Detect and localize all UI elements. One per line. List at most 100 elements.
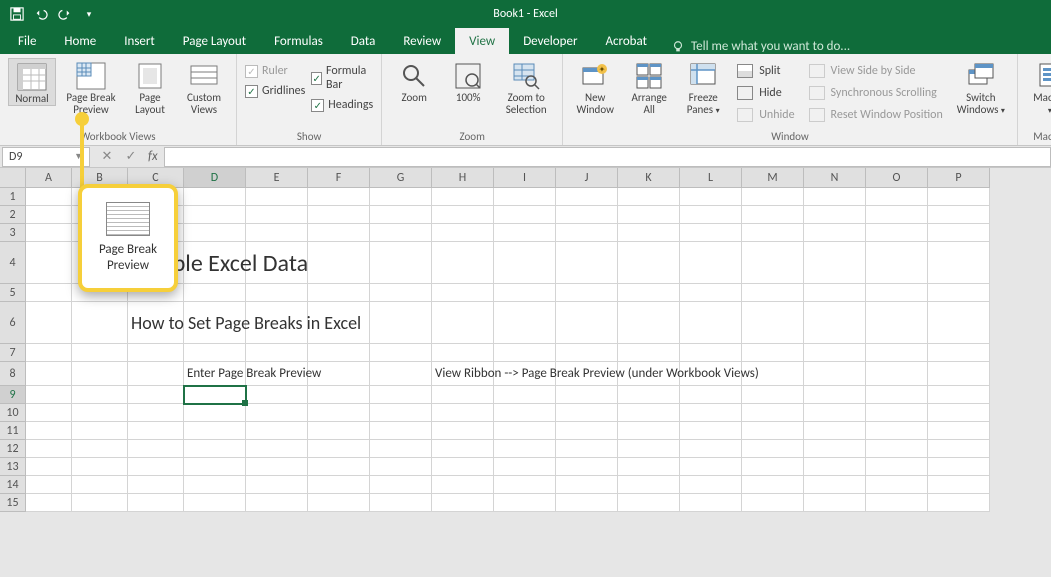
formula-bar-checkbox[interactable]: ✓Formula Bar xyxy=(311,64,373,92)
cell-H11[interactable] xyxy=(432,422,494,440)
cell-J12[interactable] xyxy=(556,440,618,458)
fx-icon[interactable]: fx xyxy=(148,149,158,164)
row-header-12[interactable]: 12 xyxy=(0,440,26,458)
tab-data[interactable]: Data xyxy=(337,28,390,54)
cell-K3[interactable] xyxy=(618,224,680,242)
cell-E7[interactable] xyxy=(246,344,308,362)
cell-C14[interactable] xyxy=(128,476,184,494)
cell-G13[interactable] xyxy=(370,458,432,476)
row-header-1[interactable]: 1 xyxy=(0,188,26,206)
freeze-panes-button[interactable]: Freeze Panes ▾ xyxy=(679,58,727,116)
cell-A11[interactable] xyxy=(26,422,72,440)
cell-A8[interactable] xyxy=(26,362,72,386)
cell-N2[interactable] xyxy=(804,206,866,224)
new-window-button[interactable]: ✦ New Window xyxy=(571,58,619,116)
tab-acrobat[interactable]: Acrobat xyxy=(591,28,661,54)
cell-F4[interactable] xyxy=(308,242,370,284)
cell-A13[interactable] xyxy=(26,458,72,476)
ruler-checkbox[interactable]: ✓Ruler xyxy=(245,64,305,78)
cell-E4[interactable] xyxy=(246,242,308,284)
name-box[interactable]: D9▼ xyxy=(2,147,90,167)
cell-F8[interactable] xyxy=(308,362,370,386)
cell-A12[interactable] xyxy=(26,440,72,458)
cell-E14[interactable] xyxy=(246,476,308,494)
cell-L15[interactable] xyxy=(680,494,742,512)
zoom-to-selection-button[interactable]: Zoom to Selection xyxy=(498,58,554,116)
select-all-corner[interactable] xyxy=(0,168,26,188)
cell-E11[interactable] xyxy=(246,422,308,440)
custom-views-button[interactable]: Custom Views xyxy=(180,58,228,116)
cell-H6[interactable] xyxy=(432,302,494,344)
cell-D11[interactable] xyxy=(184,422,246,440)
tab-developer[interactable]: Developer xyxy=(509,28,591,54)
cell-G8[interactable] xyxy=(370,362,432,386)
cell-M7[interactable] xyxy=(742,344,804,362)
cell-O2[interactable] xyxy=(866,206,928,224)
cell-G11[interactable] xyxy=(370,422,432,440)
cell-N10[interactable] xyxy=(804,404,866,422)
switch-windows-button[interactable]: Switch Windows ▾ xyxy=(953,58,1009,116)
cell-A4[interactable] xyxy=(26,242,72,284)
cell-I6[interactable] xyxy=(494,302,556,344)
cell-G7[interactable] xyxy=(370,344,432,362)
cell-J4[interactable] xyxy=(556,242,618,284)
tab-review[interactable]: Review xyxy=(389,28,455,54)
cell-D14[interactable] xyxy=(184,476,246,494)
cell-L7[interactable] xyxy=(680,344,742,362)
cell-N8[interactable] xyxy=(804,362,866,386)
cell-N4[interactable] xyxy=(804,242,866,284)
cell-D2[interactable] xyxy=(184,206,246,224)
page-break-preview-button[interactable]: Page Break Preview xyxy=(62,58,120,116)
cell-I11[interactable] xyxy=(494,422,556,440)
cell-I4[interactable] xyxy=(494,242,556,284)
cell-L14[interactable] xyxy=(680,476,742,494)
cell-N13[interactable] xyxy=(804,458,866,476)
cell-G15[interactable] xyxy=(370,494,432,512)
macros-button[interactable]: Macros▾ xyxy=(1026,58,1051,116)
cell-M1[interactable] xyxy=(742,188,804,206)
cell-D7[interactable] xyxy=(184,344,246,362)
cell-F12[interactable] xyxy=(308,440,370,458)
cell-M9[interactable] xyxy=(742,386,804,404)
cell-O4[interactable] xyxy=(866,242,928,284)
cell-P5[interactable] xyxy=(928,284,990,302)
cell-N9[interactable] xyxy=(804,386,866,404)
cell-P2[interactable] xyxy=(928,206,990,224)
cell-D10[interactable] xyxy=(184,404,246,422)
cell-C8[interactable] xyxy=(128,362,184,386)
cell-L3[interactable] xyxy=(680,224,742,242)
cell-A10[interactable] xyxy=(26,404,72,422)
column-header-J[interactable]: J xyxy=(556,168,618,188)
cell-F9[interactable] xyxy=(308,386,370,404)
cell-A9[interactable] xyxy=(26,386,72,404)
row-header-6[interactable]: 6 xyxy=(0,302,26,344)
row-header-2[interactable]: 2 xyxy=(0,206,26,224)
cell-D15[interactable] xyxy=(184,494,246,512)
cell-P14[interactable] xyxy=(928,476,990,494)
redo-button[interactable] xyxy=(54,3,76,25)
cell-G1[interactable] xyxy=(370,188,432,206)
column-header-K[interactable]: K xyxy=(618,168,680,188)
cell-D12[interactable] xyxy=(184,440,246,458)
cell-P3[interactable] xyxy=(928,224,990,242)
zoom-button[interactable]: Zoom xyxy=(390,58,438,104)
cell-I1[interactable] xyxy=(494,188,556,206)
cell-P12[interactable] xyxy=(928,440,990,458)
cell-D13[interactable] xyxy=(184,458,246,476)
cell-M14[interactable] xyxy=(742,476,804,494)
cell-I12[interactable] xyxy=(494,440,556,458)
cell-J8[interactable] xyxy=(556,362,618,386)
cell-J11[interactable] xyxy=(556,422,618,440)
cell-G6[interactable] xyxy=(370,302,432,344)
cell-K1[interactable] xyxy=(618,188,680,206)
cell-G9[interactable] xyxy=(370,386,432,404)
cell-N5[interactable] xyxy=(804,284,866,302)
cell-J1[interactable] xyxy=(556,188,618,206)
cell-P4[interactable] xyxy=(928,242,990,284)
cell-G14[interactable] xyxy=(370,476,432,494)
cell-J14[interactable] xyxy=(556,476,618,494)
cell-H2[interactable] xyxy=(432,206,494,224)
cell-M10[interactable] xyxy=(742,404,804,422)
row-header-7[interactable]: 7 xyxy=(0,344,26,362)
normal-view-button[interactable]: Normal xyxy=(8,58,56,106)
